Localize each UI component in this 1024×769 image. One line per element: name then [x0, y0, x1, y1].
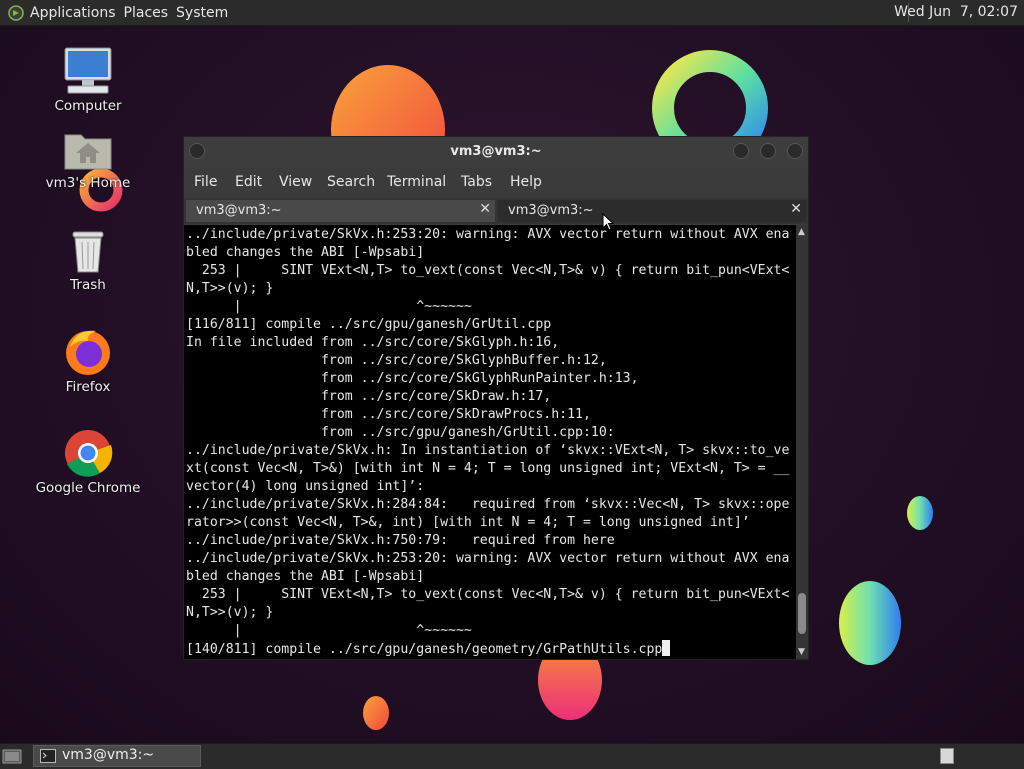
taskbar-window-button[interactable]: vm3@vm3:~ [33, 745, 201, 767]
terminal-line: bled changes the ABI [-Wpsabi] [186, 569, 425, 584]
terminal-line: ../include/private/SkVx.h:284:84: requir… [186, 497, 790, 512]
bottom-panel: vm3@vm3:~ [0, 743, 1024, 769]
terminal-icon [40, 749, 56, 763]
scrollbar[interactable]: ▲ ▼ [796, 225, 808, 659]
chrome-icon [65, 430, 113, 477]
menu-tabs[interactable]: Tabs [461, 174, 492, 190]
desktop-icon-label: Firefox [65, 379, 111, 395]
desktop-icon-label: Trash [70, 277, 106, 293]
workspace-switcher[interactable] [940, 748, 954, 764]
desktop-icon-chrome[interactable]: Google Chrome [33, 428, 143, 496]
terminal-line: ../include/private/SkVx.h: In instantiat… [186, 443, 790, 458]
menu-edit[interactable]: Edit [235, 174, 262, 190]
scroll-down-arrow-icon[interactable]: ▼ [798, 647, 805, 657]
menu-terminal[interactable]: Terminal [387, 174, 446, 190]
terminal-line: [140/811] compile ../src/gpu/ganesh/geom… [186, 640, 671, 658]
trash-icon [72, 231, 104, 273]
home-folder-icon [64, 134, 112, 170]
computer-icon [64, 47, 112, 94]
distro-logo-icon[interactable] [8, 4, 24, 21]
terminal-line: 253 | SINT VExt<N,T> to_vext(const Vec<N… [186, 587, 790, 602]
terminal-line: 253 | SINT VExt<N,T> to_vext(const Vec<N… [186, 263, 790, 278]
terminal-line: In file included from ../src/core/SkGlyp… [186, 335, 560, 350]
tab-2[interactable]: vm3@vm3:~ ✕ [498, 200, 806, 222]
scrollbar-thumb[interactable] [798, 593, 806, 634]
taskbar-window-label: vm3@vm3:~ [62, 747, 155, 763]
tab-bar: vm3@vm3:~ ✕ vm3@vm3:~ ✕ [184, 198, 808, 224]
terminal-line: vector(4) long unsigned int]’: [186, 479, 425, 494]
terminal-line: bled changes the ABI [-Wpsabi] [186, 245, 425, 260]
menu-view[interactable]: View [279, 174, 312, 190]
menu-file[interactable]: File [194, 174, 217, 190]
minimize-button[interactable] [733, 143, 749, 159]
menu-search[interactable]: Search [327, 174, 375, 190]
top-panel: Applications Places System Wed Jun 7, 02… [0, 0, 1024, 26]
maximize-button[interactable] [760, 143, 776, 159]
terminal-line: ../include/private/SkVx.h:253:20: warnin… [186, 551, 790, 566]
desktop-icon-label: vm3's Home [45, 175, 131, 191]
text-cursor [662, 640, 671, 656]
tab-label: vm3@vm3:~ [508, 203, 594, 218]
desktop-icon-label: Google Chrome [35, 480, 141, 496]
tab-close-icon[interactable]: ✕ [479, 201, 491, 217]
terminal-line: from ../src/gpu/ganesh/GrUtil.cpp:10: [186, 425, 615, 440]
desktop-icon-computer[interactable]: Computer [33, 46, 143, 114]
scroll-up-arrow-icon[interactable]: ▲ [798, 227, 805, 237]
terminal-line: [116/811] compile ../src/gpu/ganesh/GrUt… [186, 317, 552, 332]
terminal-window: vm3@vm3:~ File Edit View Search Terminal… [183, 136, 809, 660]
applications-menu[interactable]: Applications [30, 5, 124, 21]
firefox-icon [66, 330, 110, 375]
terminal-line: rator>>(const Vec<N, T>&, int) [with int… [186, 515, 750, 530]
terminal-line: ../include/private/SkVx.h:253:20: warnin… [186, 227, 790, 242]
terminal-line: | ^~~~~~~ [186, 299, 472, 314]
show-desktop-icon[interactable] [2, 747, 22, 765]
window-titlebar[interactable]: vm3@vm3:~ [184, 137, 808, 167]
tab-label: vm3@vm3:~ [196, 203, 282, 218]
terminal-line: ../include/private/SkVx.h:750:79: requir… [186, 533, 615, 548]
tab-1[interactable]: vm3@vm3:~ ✕ [186, 200, 495, 222]
desktop-icon-firefox[interactable]: Firefox [33, 327, 143, 395]
desktop-icon-label: Computer [54, 98, 122, 114]
window-title: vm3@vm3:~ [450, 144, 542, 159]
menu-help[interactable]: Help [510, 174, 542, 190]
places-menu[interactable]: Places [124, 5, 177, 21]
desktop-icon-home[interactable]: vm3's Home [33, 129, 143, 191]
clock[interactable]: Wed Jun 7, 02:07 [894, 4, 1018, 20]
terminal-line: from ../src/core/SkGlyphBuffer.h:12, [186, 353, 607, 368]
terminal-line: N,T>>(v); } [186, 281, 274, 296]
mouse-pointer-icon [602, 213, 614, 231]
terminal-line: from ../src/core/SkDraw.h:17, [186, 389, 552, 404]
terminal-line: from ../src/core/SkGlyphRunPainter.h:13, [186, 371, 639, 386]
menu-bar: File Edit View Search Terminal Tabs Help [184, 167, 808, 197]
terminal-line: N,T>>(v); } [186, 605, 274, 620]
terminal-line: xt(const Vec<N, T>&) [with int N = 4; T … [186, 461, 790, 476]
terminal-line: from ../src/core/SkDrawProcs.h:11, [186, 407, 591, 422]
desktop-icon-trash[interactable]: Trash [33, 229, 143, 293]
close-button[interactable] [787, 143, 803, 159]
terminal-output[interactable]: ../include/private/SkVx.h:253:20: warnin… [184, 225, 796, 659]
system-menu[interactable]: System [176, 5, 236, 21]
terminal-line: | ^~~~~~~ [186, 623, 472, 638]
tab-close-icon[interactable]: ✕ [790, 201, 802, 217]
